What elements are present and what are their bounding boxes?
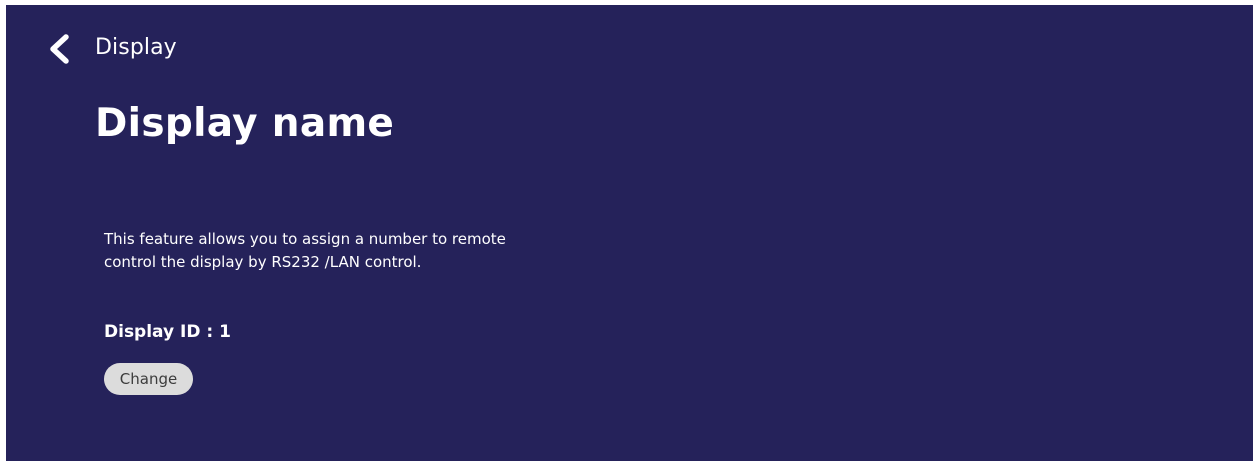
description-line-1: This feature allows you to assign a numb… <box>104 230 506 248</box>
chevron-left-icon <box>50 34 69 64</box>
description-line-2: control the display by RS232 /LAN contro… <box>104 253 422 271</box>
page-title: Display name <box>95 101 395 146</box>
display-name-screen: Display Display name This feature allows… <box>6 5 1253 461</box>
breadcrumb: Display <box>95 35 177 60</box>
display-id-label: Display ID : 1 <box>104 322 231 342</box>
change-button[interactable]: Change <box>104 363 193 395</box>
feature-description: This feature allows you to assign a numb… <box>104 228 574 274</box>
back-button[interactable] <box>42 31 76 67</box>
